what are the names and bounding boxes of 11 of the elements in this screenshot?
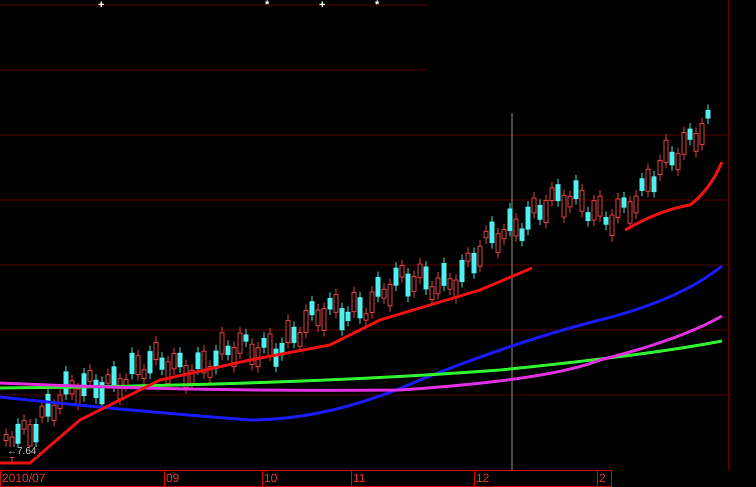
axis-label: 09 <box>164 471 262 486</box>
axis-label: 2010/07 <box>1 471 46 486</box>
axis-label: 10 <box>262 471 351 486</box>
axis-label: 2 <box>597 471 611 486</box>
chart-marker: * <box>375 0 380 11</box>
axis-label: 12 <box>474 471 597 486</box>
chart-marker: + <box>319 0 326 11</box>
chart-marker: * <box>265 0 270 11</box>
chart-marker: + <box>98 0 104 11</box>
axis-label: 11 <box>351 471 474 486</box>
price-label: ←7.64 <box>6 447 38 457</box>
